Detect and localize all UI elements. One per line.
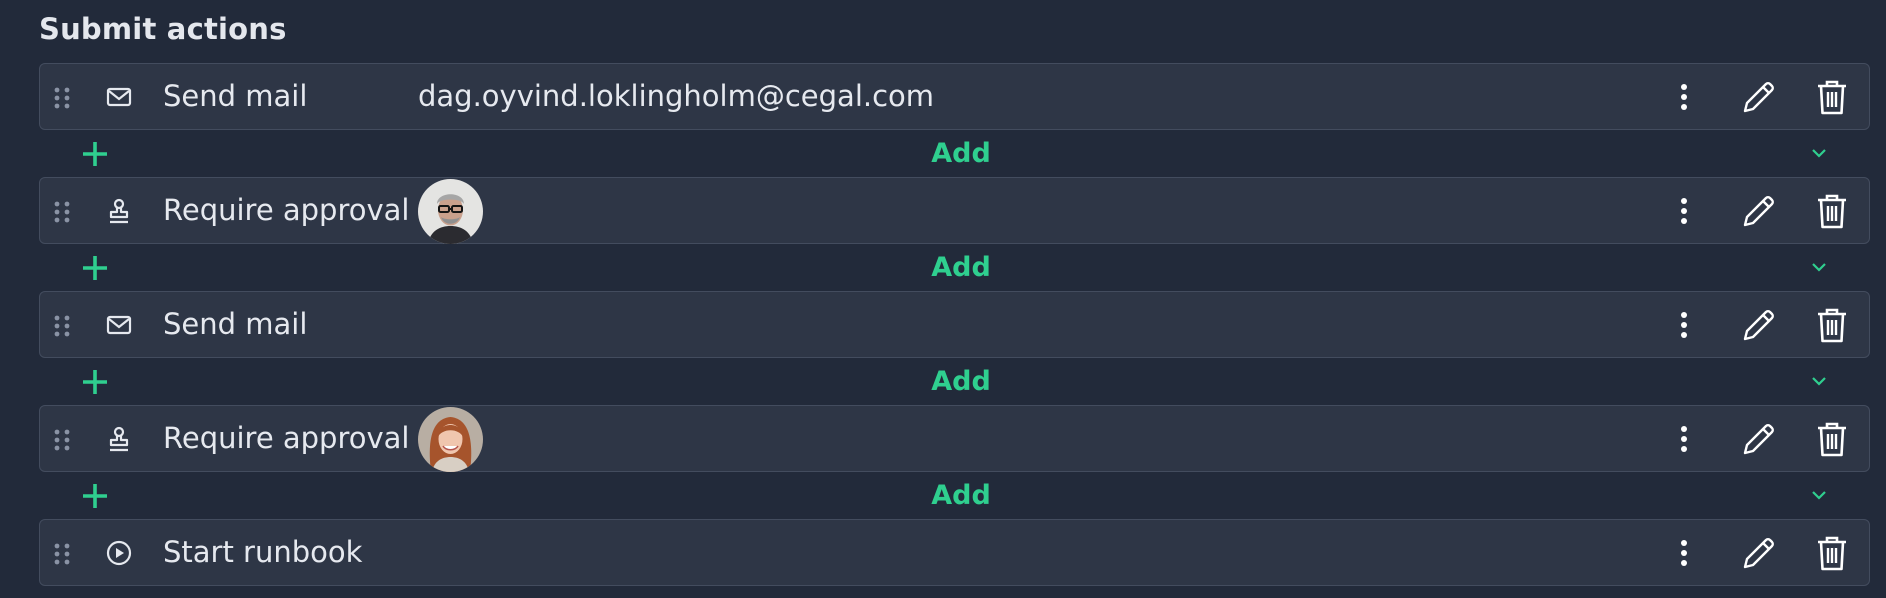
drag-handle-icon[interactable]	[52, 542, 72, 566]
action-list: Send mail dag.oyvind.loklingholm@cegal.c…	[39, 63, 1870, 586]
add-button[interactable]: Add	[39, 252, 1883, 283]
edit-pencil-icon[interactable]	[1740, 420, 1778, 458]
more-options-icon[interactable]	[1672, 309, 1696, 341]
chevron-down-icon[interactable]	[1810, 489, 1828, 501]
action-row-require-approval[interactable]: Require approval	[39, 405, 1870, 472]
action-label: Start runbook	[163, 535, 363, 569]
add-row: Add	[39, 244, 1870, 291]
edit-pencil-icon[interactable]	[1740, 192, 1778, 230]
add-row: Add	[39, 130, 1870, 177]
more-options-icon[interactable]	[1672, 81, 1696, 113]
drag-handle-icon[interactable]	[52, 86, 72, 110]
trash-icon[interactable]	[1815, 534, 1849, 572]
action-label: Require approval	[163, 421, 410, 455]
mail-icon	[106, 87, 132, 107]
action-row-start-runbook[interactable]: Start runbook	[39, 519, 1870, 586]
trash-icon[interactable]	[1815, 78, 1849, 116]
chevron-down-icon[interactable]	[1810, 261, 1828, 273]
more-options-icon[interactable]	[1672, 195, 1696, 227]
add-row: Add	[39, 358, 1870, 405]
more-options-icon[interactable]	[1672, 423, 1696, 455]
action-label: Send mail	[163, 79, 308, 113]
more-options-icon[interactable]	[1672, 537, 1696, 569]
drag-handle-icon[interactable]	[52, 428, 72, 452]
trash-icon[interactable]	[1815, 192, 1849, 230]
edit-pencil-icon[interactable]	[1740, 534, 1778, 572]
male-approver-avatar[interactable]	[418, 179, 483, 244]
chevron-down-icon[interactable]	[1810, 147, 1828, 159]
drag-handle-icon[interactable]	[52, 314, 72, 338]
section-title: Submit actions	[39, 12, 287, 46]
drag-handle-icon[interactable]	[52, 200, 72, 224]
add-button[interactable]: Add	[39, 138, 1883, 169]
mail-icon	[106, 315, 132, 335]
action-label: Require approval	[163, 193, 410, 227]
action-row-require-approval[interactable]: Require approval	[39, 177, 1870, 244]
action-row-send-mail[interactable]: Send mail dag.oyvind.loklingholm@cegal.c…	[39, 63, 1870, 130]
chevron-down-icon[interactable]	[1810, 375, 1828, 387]
stamp-icon	[109, 198, 129, 224]
submit-actions-panel: Submit actions Send mail dag.oyvind.lokl…	[0, 0, 1886, 598]
add-button[interactable]: Add	[39, 480, 1883, 511]
play-circle-icon	[106, 540, 132, 566]
female-approver-avatar[interactable]	[418, 407, 483, 472]
trash-icon[interactable]	[1815, 420, 1849, 458]
add-button[interactable]: Add	[39, 366, 1883, 397]
edit-pencil-icon[interactable]	[1740, 78, 1778, 116]
edit-pencil-icon[interactable]	[1740, 306, 1778, 344]
trash-icon[interactable]	[1815, 306, 1849, 344]
stamp-icon	[109, 426, 129, 452]
recipient-email: dag.oyvind.loklingholm@cegal.com	[418, 79, 935, 113]
add-row: Add	[39, 472, 1870, 519]
action-row-send-mail[interactable]: Send mail	[39, 291, 1870, 358]
action-label: Send mail	[163, 307, 308, 341]
